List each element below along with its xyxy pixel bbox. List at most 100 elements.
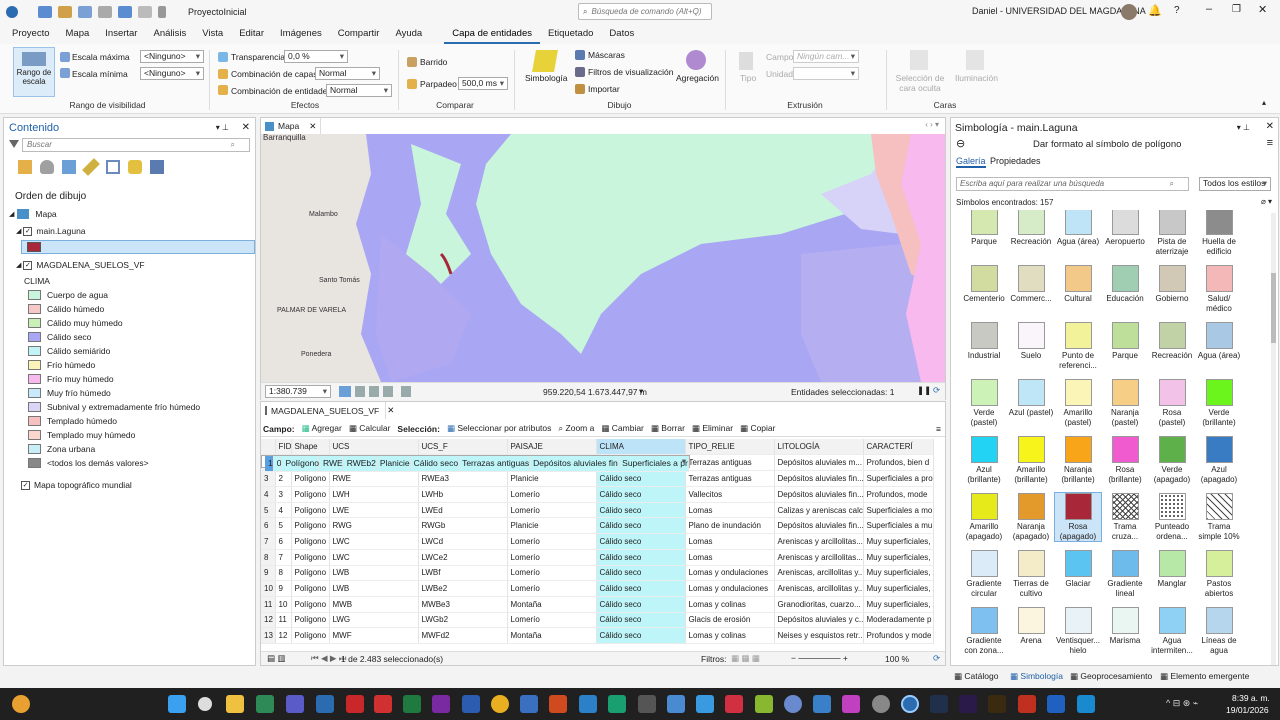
table-cell[interactable]: Cálido seco (410, 456, 460, 473)
contents-search-input[interactable]: Buscar ⌕ (22, 138, 250, 152)
new-project-icon[interactable] (38, 6, 52, 18)
table-row[interactable]: 11 10 Polígono MWB MWBe3 Montaña Cálido seco Lo… (261, 596, 934, 613)
start-icon[interactable] (168, 695, 186, 713)
table-cell[interactable]: 5 (261, 502, 276, 519)
symbol-item[interactable]: Gradiente circular (961, 550, 1007, 598)
table-cell[interactable]: Depósitos aluviales y c... (774, 612, 864, 629)
symbol-item[interactable]: Cultural (1055, 265, 1101, 304)
table-grid[interactable]: FID Shape UCS UCS_F PAISAJE CLIMA TIPO_RELIE LI… (261, 439, 937, 651)
symbol-item[interactable]: Aeropuerto (1102, 210, 1148, 247)
symbol-item[interactable]: Agua intermiten... (1149, 607, 1195, 655)
symbol-item[interactable]: Gradiente lineal (1102, 550, 1148, 598)
table-cell[interactable]: 12 (275, 627, 292, 644)
app-icon[interactable] (725, 695, 743, 713)
table-cell[interactable]: Plano de inundación (685, 517, 775, 535)
table-cell[interactable]: 1 (265, 456, 274, 473)
table-cell[interactable]: Lomerío (507, 533, 597, 550)
table-cell[interactable]: Superficiales a mo (863, 502, 934, 519)
refresh-icon[interactable]: ⟳ (933, 385, 940, 396)
table-cell[interactable]: LWG (329, 612, 419, 629)
table-cell[interactable]: Areniscas y arcillolitas... (774, 533, 864, 550)
table-cell[interactable]: 8 (275, 565, 292, 582)
table-cell[interactable]: 11 (261, 596, 276, 613)
tab-catalogo[interactable]: ▦ Catálogo (954, 671, 998, 682)
expand-icon[interactable]: ◢ (16, 261, 21, 269)
table-cell[interactable]: Lomas (685, 502, 775, 519)
legend-item[interactable]: Frío muy húmedo (28, 374, 114, 384)
parpadeo-input[interactable]: 500,0 ms (458, 77, 508, 90)
table-cell[interactable]: Cálido seco (596, 502, 686, 519)
tab-geoprocesamiento[interactable]: ▦ Geoprocesamiento (1070, 671, 1152, 682)
table-cell[interactable]: Calizas y areniscas calc... (774, 502, 864, 519)
legend-swatch[interactable] (28, 374, 41, 384)
table-cell[interactable]: MWBe3 (418, 596, 508, 613)
open-project-icon[interactable] (58, 6, 72, 18)
table-cell[interactable]: Moderadamente p (863, 612, 934, 629)
close-tab-icon[interactable]: ✕ (387, 405, 394, 416)
table-cell[interactable]: RWE (319, 456, 344, 473)
table-row[interactable]: 5 4 Polígono LWE LWEd Lomerío Cálido seco Lomas… (261, 502, 934, 519)
table-cell[interactable]: Lomas (685, 533, 775, 550)
symbol-search-input[interactable]: Escriba aquí para realizar una búsqueda … (956, 177, 1189, 191)
table-cell[interactable]: 7 (275, 549, 292, 566)
pane-menu-icon[interactable]: ▾ ⊥ (216, 123, 229, 132)
table-cell[interactable]: Lomerío (507, 549, 597, 566)
customize-icon[interactable] (158, 6, 166, 18)
table-view-icons[interactable]: ▤ ▥ (267, 653, 285, 664)
table-cell[interactable]: 6 (275, 533, 292, 550)
filtros-visualizacion-button[interactable]: Filtros de visualización (588, 67, 674, 77)
app-icon[interactable] (696, 695, 714, 713)
agregar-button[interactable]: ▦ Agregar (302, 423, 342, 434)
map-tab[interactable]: Mapa ✕ (261, 118, 321, 134)
tab-propiedades[interactable]: Propiedades (990, 156, 1041, 166)
undo-icon[interactable] (118, 6, 132, 18)
table-cell[interactable]: MWFd2 (418, 627, 508, 644)
legend-item[interactable]: <todos los demás valores> (28, 458, 149, 468)
symbol-item[interactable]: Azul (apagado) (1196, 436, 1242, 484)
symbol-item[interactable]: Suelo (1008, 322, 1054, 361)
table-cell[interactable]: Planicie (507, 470, 597, 488)
legend-swatch[interactable] (28, 304, 41, 314)
table-cell[interactable]: Depósitos aluviales fin... (774, 470, 864, 488)
table-cell[interactable]: Cálido seco (596, 549, 686, 566)
table-cell[interactable]: Muy superficiales, (863, 533, 934, 550)
symbol-item[interactable]: Salud/ médico (1196, 265, 1242, 313)
table-cell[interactable]: 3 (275, 486, 292, 503)
symbol-item[interactable]: Naranja (apagado) (1008, 493, 1054, 541)
table-cell[interactable]: Cálido seco (596, 580, 686, 597)
legend-swatch[interactable] (28, 332, 41, 342)
rango-escala-button[interactable]: Rango de escala (13, 47, 55, 97)
table-cell[interactable]: 13 (261, 627, 276, 644)
symbol-item[interactable]: Agua (área) (1055, 210, 1101, 247)
styles-select[interactable]: Todos los estilos (1199, 177, 1271, 191)
symbol-item[interactable]: Cementerio (961, 265, 1007, 304)
onenote-icon[interactable] (432, 695, 450, 713)
table-row[interactable]: 8 7 Polígono LWC LWCe2 Lomerío Cálido seco Loma… (261, 549, 934, 566)
table-cell[interactable]: RWEa3 (418, 470, 508, 488)
legend-item[interactable]: Cálido semiárido (28, 346, 110, 356)
legend-item[interactable]: Templado húmedo (28, 416, 117, 426)
table-cell[interactable]: Depósitos aluviales m... (774, 455, 864, 472)
illustrator-icon[interactable] (988, 695, 1006, 713)
gallery-options-icon[interactable]: ⌀ ▾ (1261, 197, 1272, 206)
legend-item[interactable]: Cuerpo de agua (28, 290, 108, 300)
table-cell[interactable]: Montaña (507, 596, 597, 613)
symbol-item[interactable]: Amarillo (brillante) (1008, 436, 1054, 484)
redo-history-icon[interactable] (98, 6, 112, 18)
column-header[interactable]: Shape (291, 439, 330, 456)
table-cell[interactable]: LWC (329, 549, 419, 566)
table-cell[interactable]: Vallecitos (685, 486, 775, 503)
table-zoom[interactable]: 100 % (885, 654, 909, 664)
table-cell[interactable]: Lomas y ondulaciones (685, 565, 775, 582)
table-cell[interactable]: Montaña (507, 627, 597, 644)
parpadeo-button[interactable]: Parpadeo (420, 79, 457, 89)
table-row[interactable]: 4 3 Polígono LWH LWHb Lomerío Cálido seco Valle… (261, 486, 934, 503)
symbol-item[interactable]: Trama simple 10% (1196, 493, 1242, 541)
symbol-item[interactable]: Industrial (961, 322, 1007, 361)
symbol-item[interactable]: Verde (brillante) (1196, 379, 1242, 427)
column-header[interactable]: FID (275, 439, 292, 456)
fixed-zoom-icon[interactable] (339, 386, 351, 397)
laguna-symbol-row[interactable] (21, 240, 255, 254)
table-cell[interactable]: Terrazas antiguas (685, 455, 775, 472)
clear-selection-button[interactable]: ▦ Borrar (651, 423, 685, 434)
